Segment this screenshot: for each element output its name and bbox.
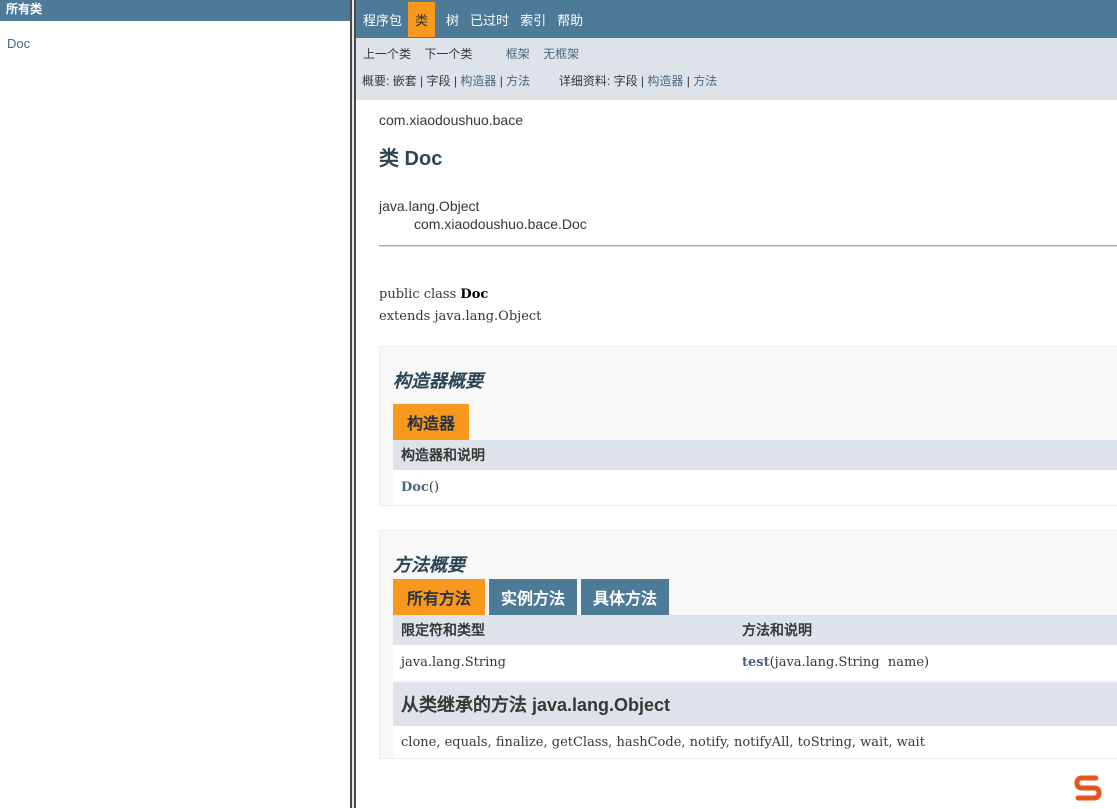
method-tabs: 所有方法 实例方法 具体方法 bbox=[393, 579, 1117, 615]
table-row: Doc() bbox=[393, 470, 1117, 505]
class-title: 类 Doc bbox=[379, 148, 443, 170]
sogou-s-icon[interactable] bbox=[1072, 772, 1104, 804]
detail-method-link[interactable]: 方法 bbox=[693, 74, 717, 88]
tab-instance-methods[interactable]: 实例方法 bbox=[489, 579, 578, 615]
column-modifier-type: 限定符和类型 bbox=[401, 622, 485, 638]
package-name: com.xiaodoushuo.bace bbox=[379, 112, 523, 128]
divider bbox=[379, 245, 1117, 247]
constructor-tabs: 构造器 bbox=[393, 404, 1117, 440]
nav-help[interactable]: 帮助 bbox=[557, 7, 583, 32]
separator: | bbox=[640, 74, 645, 88]
class-signature: public class Doc extends java.lang.Objec… bbox=[379, 284, 1117, 328]
all-classes-frame: 所有类 Doc bbox=[0, 0, 350, 808]
inheritance-child: com.xiaodoushuo.bace.Doc bbox=[414, 216, 587, 232]
inherited-methods-heading: 从类继承的方法 java.lang.Object bbox=[393, 682, 1117, 726]
class-doc-frame: 程序包 类 树 已过时 索引 帮助 上一个类 下一个类 框架 无框架 概要: 嵌… bbox=[356, 0, 1117, 808]
frames-link[interactable]: 框架 bbox=[506, 47, 530, 61]
detail-field: 字段 bbox=[613, 74, 638, 88]
signature-name: Doc bbox=[460, 287, 489, 302]
method-return-type: java.lang.String bbox=[401, 655, 506, 670]
method-params: (java.lang.String name) bbox=[769, 655, 930, 670]
separator: | bbox=[686, 74, 690, 88]
constructor-link-doc[interactable]: Doc bbox=[401, 480, 429, 495]
constructor-summary-heading: 构造器概要 bbox=[393, 371, 483, 391]
detail-label: 详细资料: bbox=[558, 74, 611, 88]
signature-prefix: public class bbox=[379, 287, 461, 302]
method-link-test[interactable]: test bbox=[742, 655, 770, 670]
table-row: java.lang.String test(java.lang.String n… bbox=[393, 645, 1117, 680]
nav-index[interactable]: 索引 bbox=[520, 7, 546, 32]
tab-constructors[interactable]: 构造器 bbox=[393, 404, 470, 440]
method-summary: 方法概要 所有方法 实例方法 具体方法 限定符和类型 方法和说明 java.la… bbox=[379, 530, 1117, 759]
inheritance-parent: java.lang.Object bbox=[379, 198, 480, 214]
separator: | bbox=[499, 74, 503, 88]
column-method-description: 方法和说明 bbox=[742, 622, 812, 638]
constructor-table-header: 构造器和说明 bbox=[393, 440, 1117, 470]
column-constructor: 构造器和说明 bbox=[401, 447, 485, 463]
summary-field: 字段 bbox=[426, 74, 451, 88]
frame-divider-highlight bbox=[352, 0, 354, 808]
sub-nav: 上一个类 下一个类 框架 无框架 概要: 嵌套 | 字段 | 构造器 | 方法 … bbox=[356, 38, 1117, 100]
class-link-doc[interactable]: Doc bbox=[0, 21, 350, 51]
nav-package[interactable]: 程序包 bbox=[363, 7, 402, 32]
constructor-params: () bbox=[428, 480, 440, 495]
no-frames-link[interactable]: 无框架 bbox=[543, 47, 579, 61]
summary-nested: 嵌套 bbox=[392, 74, 417, 88]
detail-constructor-link[interactable]: 构造器 bbox=[647, 74, 683, 88]
inheritance-tree: java.lang.Object com.xiaodoushuo.bace.Do… bbox=[379, 197, 1117, 233]
all-classes-header: 所有类 bbox=[0, 0, 350, 21]
prev-class: 上一个类 bbox=[363, 47, 412, 61]
separator: | bbox=[420, 74, 424, 88]
summary-constructor-link[interactable]: 构造器 bbox=[460, 74, 496, 88]
nav-class[interactable]: 类 bbox=[408, 1, 436, 37]
constructor-summary: 构造器概要 构造器 构造器和说明 Doc() bbox=[379, 346, 1117, 506]
tab-concrete-methods[interactable]: 具体方法 bbox=[581, 579, 670, 615]
class-content: com.xiaodoushuo.bace 类 Doc java.lang.Obj… bbox=[356, 112, 1117, 759]
summary-label: 概要: bbox=[362, 74, 390, 88]
method-table-header: 限定符和类型 方法和说明 bbox=[393, 615, 1117, 645]
top-nav-bar: 程序包 类 树 已过时 索引 帮助 bbox=[356, 0, 1117, 38]
nav-tree[interactable]: 树 bbox=[446, 7, 459, 32]
separator: | bbox=[453, 74, 457, 88]
tab-all-methods[interactable]: 所有方法 bbox=[393, 579, 486, 615]
nav-deprecated[interactable]: 已过时 bbox=[470, 7, 509, 32]
signature-extends: extends java.lang.Object bbox=[379, 309, 542, 324]
summary-method-link[interactable]: 方法 bbox=[506, 74, 530, 88]
next-class: 下一个类 bbox=[424, 47, 473, 61]
inherited-methods-list: clone, equals, finalize, getClass, hashC… bbox=[393, 726, 1117, 758]
